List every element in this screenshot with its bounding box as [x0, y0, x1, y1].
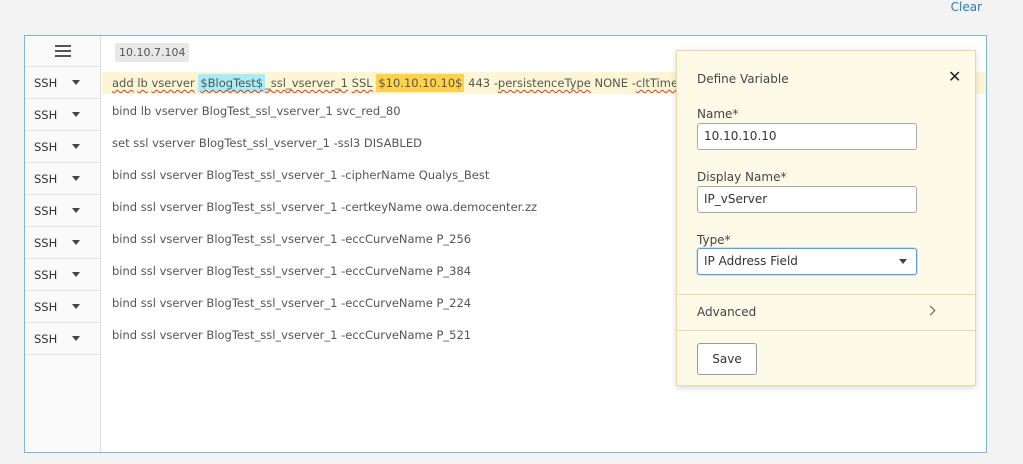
command-line[interactable]: bind ssl vserver BlogTest_ssl_vserver_1 …: [112, 324, 471, 346]
command-token: vserver: [151, 76, 195, 90]
chevron-down-icon: [72, 272, 80, 277]
divider: [677, 330, 975, 331]
protocol-label: SSH: [34, 171, 58, 186]
command-line[interactable]: set ssl vserver BlogTest_ssl_vserver_1 -…: [112, 132, 422, 154]
command-token: 443 -: [468, 76, 498, 90]
protocol-label: SSH: [34, 299, 58, 314]
close-icon[interactable]: ✕: [948, 69, 961, 85]
clear-link[interactable]: Clear: [951, 0, 982, 14]
command-line[interactable]: bind ssl vserver BlogTest_ssl_vserver_1 …: [112, 260, 471, 282]
command-token: _ssl_vserver_1: [265, 76, 349, 90]
ip-badge: 10.10.7.104: [115, 43, 190, 62]
top-bar: Clear: [0, 0, 1023, 20]
protocol-label: SSH: [34, 267, 58, 282]
protocol-selector[interactable]: SSH: [25, 67, 100, 99]
chevron-down-icon: [72, 176, 80, 181]
protocol-gutter: SSH SSH SSH SSH SSH SSH SSH SSH SSH: [25, 36, 101, 452]
protocol-label: SSH: [34, 75, 58, 90]
protocol-label: SSH: [34, 331, 58, 346]
protocol-selector[interactable]: SSH: [25, 259, 100, 291]
type-select-value: IP Address Field: [704, 254, 798, 268]
protocol-label: SSH: [34, 203, 58, 218]
command-line[interactable]: bind ssl vserver BlogTest_ssl_vserver_1 …: [112, 196, 537, 218]
chevron-right-icon[interactable]: [925, 305, 936, 316]
chevron-down-icon: [72, 208, 80, 213]
gutter-header: [25, 36, 100, 67]
protocol-label: SSH: [34, 139, 58, 154]
display-name-field[interactable]: IP_vServer: [697, 186, 917, 213]
type-label: Type*: [697, 233, 731, 247]
name-field[interactable]: 10.10.10.10: [697, 123, 917, 150]
protocol-selector[interactable]: SSH: [25, 195, 100, 227]
hamburger-icon[interactable]: [54, 45, 71, 57]
protocol-selector[interactable]: SSH: [25, 131, 100, 163]
command-line[interactable]: bind ssl vserver BlogTest_ssl_vserver_1 …: [112, 164, 489, 186]
advanced-toggle[interactable]: Advanced: [697, 305, 756, 319]
save-button[interactable]: Save: [697, 343, 757, 375]
define-variable-panel: Define Variable ✕ Name* 10.10.10.10 Disp…: [676, 50, 976, 386]
command-token: persistenceType: [497, 76, 591, 90]
command-token: lb: [137, 76, 148, 90]
command-line[interactable]: bind ssl vserver BlogTest_ssl_vserver_1 …: [112, 228, 471, 250]
protocol-label: SSH: [34, 235, 58, 250]
command-token: add: [112, 76, 134, 90]
protocol-selector[interactable]: SSH: [25, 323, 100, 355]
divider: [677, 294, 975, 295]
chevron-down-icon: [72, 240, 80, 245]
chevron-down-icon: [899, 259, 907, 264]
chevron-down-icon: [72, 80, 80, 85]
chevron-down-icon: [72, 144, 80, 149]
chevron-down-icon: [72, 112, 80, 117]
panel-title: Define Variable: [697, 72, 789, 86]
protocol-selector[interactable]: SSH: [25, 227, 100, 259]
display-name-label: Display Name*: [697, 170, 787, 184]
command-line[interactable]: bind ssl vserver BlogTest_ssl_vserver_1 …: [112, 292, 471, 314]
chevron-down-icon: [72, 336, 80, 341]
protocol-selector[interactable]: SSH: [25, 99, 100, 131]
variable-highlight-selected[interactable]: $10.10.10.10$: [376, 74, 465, 92]
variable-token: $BlogTest$: [200, 76, 264, 90]
chevron-down-icon: [72, 304, 80, 309]
command-token: SSL: [351, 76, 373, 90]
protocol-selector[interactable]: SSH: [25, 291, 100, 323]
command-token: NONE -: [594, 76, 636, 90]
command-line[interactable]: bind lb vserver BlogTest_ssl_vserver_1 s…: [112, 100, 401, 122]
type-select[interactable]: IP Address Field: [697, 248, 917, 275]
name-label: Name*: [697, 107, 739, 121]
protocol-selector[interactable]: SSH: [25, 163, 100, 195]
protocol-label: SSH: [34, 107, 58, 122]
variable-highlight[interactable]: $BlogTest$: [198, 74, 266, 92]
